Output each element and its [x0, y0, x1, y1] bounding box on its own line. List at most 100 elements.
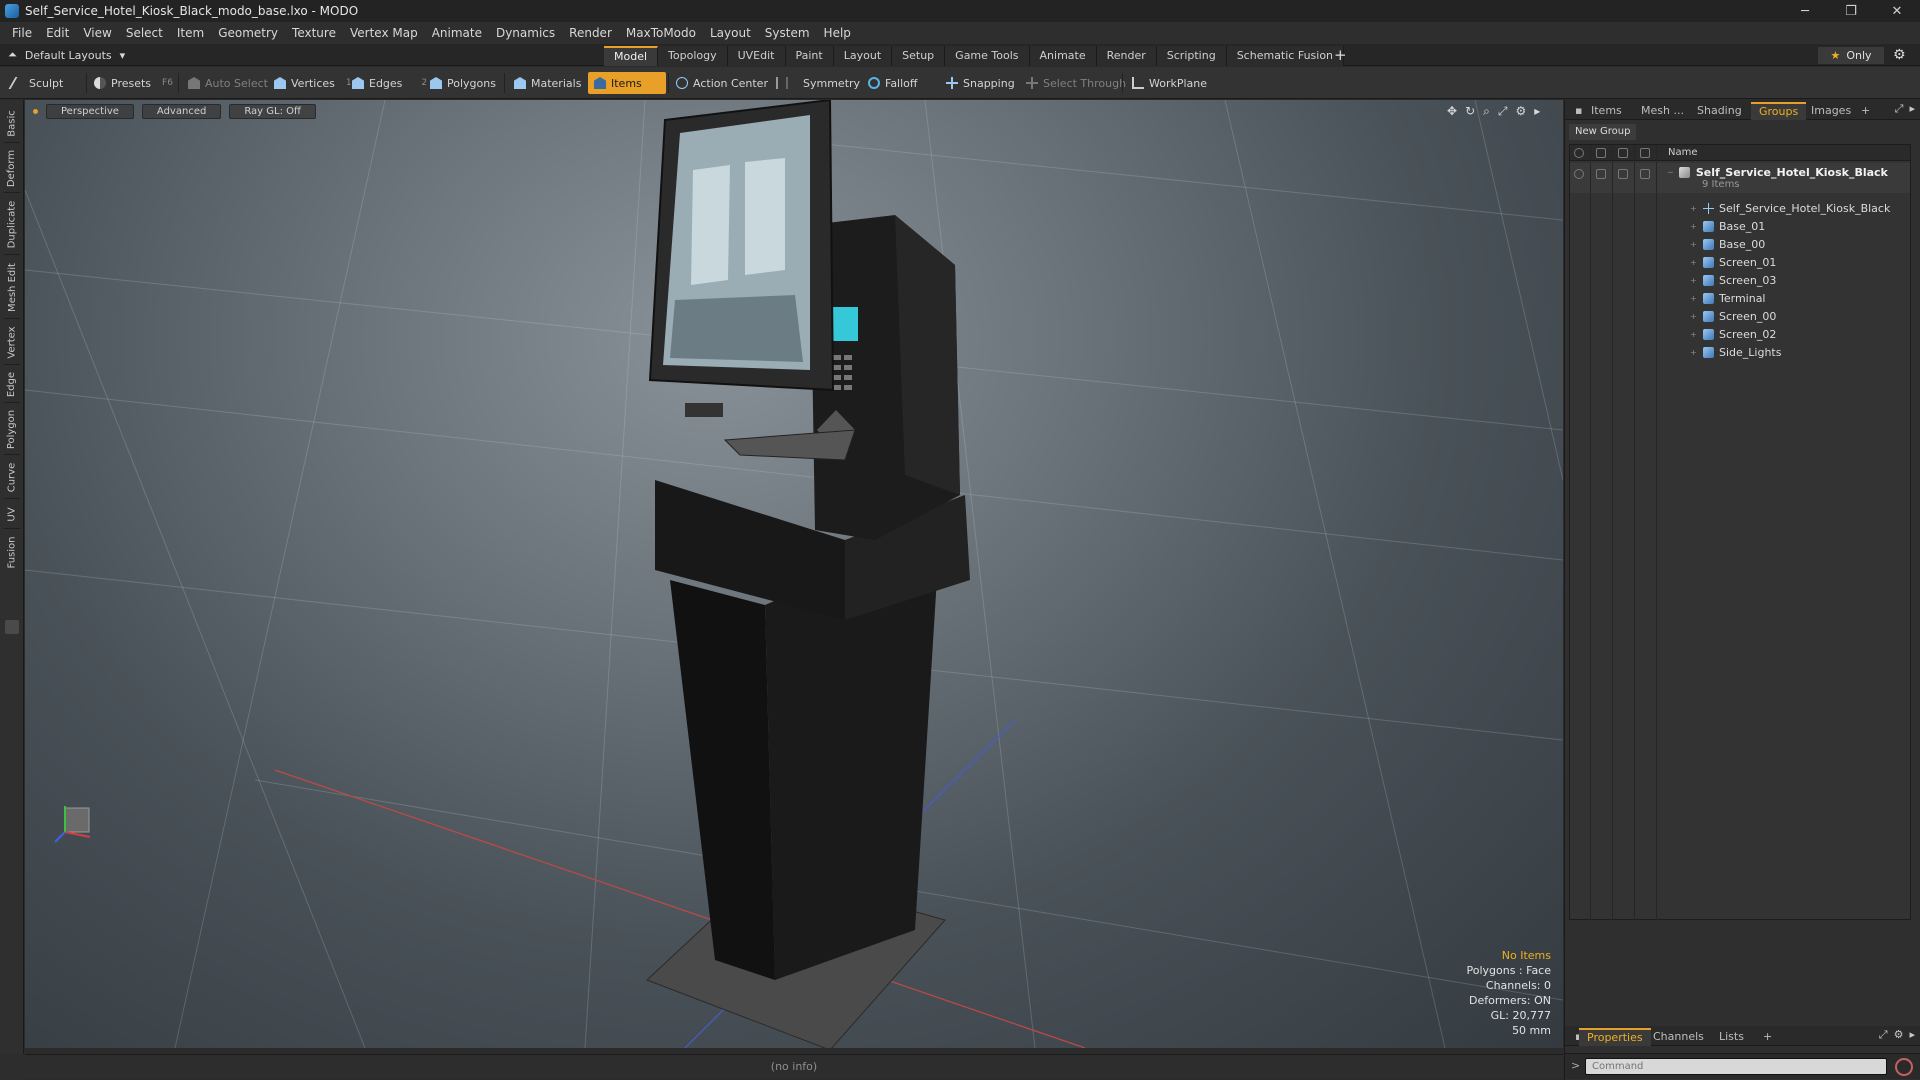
materials-button[interactable]: Materials	[508, 72, 587, 94]
expand-arrow-icon[interactable]: +	[1690, 294, 1698, 303]
tab-schematic-fusion[interactable]: Schematic Fusion	[1226, 46, 1345, 66]
tab-game-tools[interactable]: Game Tools	[945, 46, 1030, 66]
menu-texture[interactable]: Texture	[285, 22, 343, 44]
list-item[interactable]: + Side_Lights	[1690, 343, 1781, 361]
vtab-polygon[interactable]: Polygon	[3, 406, 21, 452]
tab-mesh[interactable]: Mesh ...	[1633, 102, 1692, 120]
list-item[interactable]: + Terminal	[1690, 289, 1766, 307]
group-render-toggle[interactable]	[1596, 169, 1606, 179]
zoom-icon[interactable]: ⌕	[1483, 104, 1490, 119]
list-item[interactable]: + Screen_01	[1690, 253, 1776, 271]
menu-system[interactable]: System	[758, 22, 817, 44]
expand-arrow-icon[interactable]: +	[1690, 222, 1698, 231]
layout-selector[interactable]: ⏶ Default Layouts ▾	[8, 44, 125, 66]
vertices-button[interactable]: Vertices 1	[268, 72, 358, 94]
menu-render[interactable]: Render	[562, 22, 619, 44]
tab-paint[interactable]: Paint	[785, 46, 834, 66]
add-layout-tab-icon[interactable]: +	[1334, 44, 1347, 66]
expand-right-icon[interactable]: ▸	[1534, 104, 1540, 119]
render-column-icon[interactable]	[1596, 148, 1606, 158]
group-visibility-toggle[interactable]	[1574, 169, 1584, 179]
edges-button[interactable]: Edges 2	[346, 72, 433, 94]
tab-shading[interactable]: Shading	[1689, 102, 1750, 120]
expand-arrow-icon[interactable]: +	[1690, 348, 1698, 357]
sculpt-button[interactable]: Sculpt	[6, 72, 69, 94]
tab-layout[interactable]: Layout	[833, 46, 893, 66]
menu-item[interactable]: Item	[170, 22, 211, 44]
properties-arrow-icon[interactable]: ▸	[1909, 1028, 1915, 1042]
group-select-toggle[interactable]	[1640, 169, 1650, 179]
vtab-duplicate[interactable]: Duplicate	[3, 196, 21, 252]
workplane-button[interactable]: WorkPlane	[1126, 72, 1213, 94]
list-item[interactable]: + Base_00	[1690, 235, 1765, 253]
list-item[interactable]: + Screen_03	[1690, 271, 1776, 289]
expand-arrow-icon[interactable]: +	[1690, 276, 1698, 285]
fit-view-icon[interactable]: ⤢	[1498, 104, 1508, 119]
vtab-edge[interactable]: Edge	[3, 368, 21, 400]
expand-arrow-icon[interactable]: +	[1690, 204, 1698, 213]
list-item[interactable]: + Base_01	[1690, 217, 1765, 235]
presets-button[interactable]: Presets F6	[88, 72, 179, 94]
new-group-button[interactable]: New Group	[1569, 124, 1637, 140]
only-toggle[interactable]: ★ Only	[1818, 47, 1884, 64]
tab-model[interactable]: Model	[604, 46, 659, 66]
view-mode-dropdown[interactable]: Perspective	[46, 104, 134, 119]
tab-setup[interactable]: Setup	[892, 46, 946, 66]
tab-channels[interactable]: Channels	[1645, 1028, 1712, 1046]
expand-arrow-icon[interactable]: +	[1690, 258, 1698, 267]
items-button[interactable]: Items	[588, 72, 666, 94]
tab-items[interactable]: Items	[1583, 102, 1630, 120]
vtab-deform[interactable]: Deform	[3, 146, 21, 190]
tab-groups[interactable]: Groups	[1751, 102, 1807, 120]
tab-images[interactable]: Images	[1803, 102, 1859, 120]
menu-select[interactable]: Select	[119, 22, 170, 44]
list-item[interactable]: + Screen_02	[1690, 325, 1776, 343]
add-properties-tab-icon[interactable]: +	[1755, 1028, 1780, 1046]
tab-scripting[interactable]: Scripting	[1156, 46, 1227, 66]
vtab-mesh-edit[interactable]: Mesh Edit	[3, 258, 21, 316]
tab-properties[interactable]: Properties	[1579, 1028, 1651, 1046]
shading-dropdown[interactable]: Advanced	[141, 104, 222, 119]
rotate-icon[interactable]: ↻	[1465, 104, 1475, 119]
list-item[interactable]: + Screen_00	[1690, 307, 1776, 325]
symmetry-button[interactable]: Symmetry	[770, 72, 866, 94]
properties-settings-icon[interactable]: ⚙	[1894, 1028, 1904, 1042]
menu-dynamics[interactable]: Dynamics	[489, 22, 562, 44]
visibility-column-icon[interactable]	[1574, 148, 1584, 158]
menu-edit[interactable]: Edit	[39, 22, 76, 44]
vtab-basic[interactable]: Basic	[3, 106, 21, 140]
pan-icon[interactable]: ✥	[1447, 104, 1457, 119]
tab-animate[interactable]: Animate	[1029, 46, 1097, 66]
expand-arrow-icon[interactable]: +	[1690, 240, 1698, 249]
viewport-settings-icon[interactable]: ⚙	[1515, 104, 1526, 119]
vtab-vertex[interactable]: Vertex	[3, 322, 21, 362]
maximize-button[interactable]: ❐	[1828, 0, 1874, 22]
close-button[interactable]: ✕	[1874, 0, 1920, 22]
action-center-button[interactable]: Action Center	[670, 72, 774, 94]
3d-viewport[interactable]: Perspective Advanced Ray GL: Off ✥ ↻ ⌕ ⤢…	[25, 100, 1563, 1048]
group-root-row[interactable]: ─ Self_Service_Hotel_Kiosk_Black	[1668, 163, 1888, 181]
add-panel-tab-icon[interactable]: +	[1853, 102, 1878, 120]
menu-maxtomodo[interactable]: MaxToModo	[619, 22, 703, 44]
vtab-fusion[interactable]: Fusion	[3, 532, 21, 572]
expand-properties-icon[interactable]: ⤢	[1879, 1028, 1888, 1042]
expand-arrow-icon[interactable]: +	[1690, 330, 1698, 339]
falloff-button[interactable]: Falloff	[862, 72, 923, 94]
expand-arrow-icon[interactable]: +	[1690, 312, 1698, 321]
vtab-curve[interactable]: Curve	[3, 458, 21, 496]
menu-animate[interactable]: Animate	[425, 22, 489, 44]
auto-select-button[interactable]: Auto Select	[182, 72, 274, 94]
gear-icon[interactable]: ⚙	[1893, 44, 1906, 66]
menu-file[interactable]: File	[5, 22, 39, 44]
palette-toggle-icon[interactable]	[5, 620, 19, 634]
select-through-button[interactable]: Select Through	[1020, 72, 1132, 94]
menu-vertex-map[interactable]: Vertex Map	[343, 22, 425, 44]
lock-column-icon[interactable]	[1618, 148, 1628, 158]
snapping-button[interactable]: Snapping	[940, 72, 1021, 94]
group-lock-toggle[interactable]	[1618, 169, 1628, 179]
expand-panel-icon[interactable]: ⤢	[1895, 102, 1904, 116]
tab-render[interactable]: Render	[1096, 46, 1157, 66]
tab-topology[interactable]: Topology	[658, 46, 728, 66]
viewport-menu-dot-icon[interactable]	[33, 109, 38, 114]
minimize-button[interactable]: ─	[1782, 0, 1828, 22]
